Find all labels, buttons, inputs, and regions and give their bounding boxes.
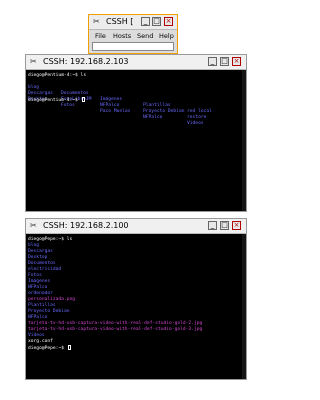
ls-entry: tarjeta-tv-hd-usb-captura-video-with-rea… [28,327,203,332]
close-button[interactable]: × [164,17,173,26]
ls-entry: Paco Muelas [100,109,131,114]
maximize-button[interactable]: □ [152,17,161,26]
menu-send[interactable]: Send [137,32,153,40]
cssh-control-window: ✂ CSSH [ _ □ × File Hosts Send Help [88,14,178,54]
terminal1-body[interactable]: diego@Pentium-4:~$ ls blog Documentos Im… [26,70,246,211]
terminal1-title: CSSH: 192.168.2.103 [43,57,129,66]
terminal1-titlebar: ✂ CSSH: 192.168.2.103 _ □ × [26,55,246,70]
terminal2-prompt-line: diego@Pepe:~$ [28,345,71,351]
terminal2-scrollbar[interactable] [242,234,246,379]
prompt-text: diego@Pepe:~$ ls [28,237,73,242]
ls-entry: Videos [187,121,204,126]
ls-entry: Fotos [61,103,75,108]
terminal-window-1: ✂ CSSH: 192.168.2.103 _ □ × diego@Pentiu… [25,54,247,212]
maximize-button[interactable]: □ [220,57,229,66]
app-icon: ✂ [93,17,100,26]
control-window-title: CSSH [ [106,17,134,26]
ls-entry: NFPalco [143,115,163,120]
close-button[interactable]: × [232,221,241,230]
maximize-button[interactable]: □ [220,221,229,230]
minimize-button[interactable]: _ [208,57,217,66]
menu-hosts[interactable]: Hosts [113,32,131,40]
terminal2-titlebar: ✂ CSSH: 192.168.2.100 _ □ × [26,219,246,234]
terminal2-title: CSSH: 192.168.2.100 [43,221,129,230]
menu-file[interactable]: File [95,32,106,40]
terminal1-scrollbar[interactable] [242,70,246,211]
send-input-field[interactable] [92,42,174,51]
text-cursor [81,97,85,102]
terminal2-body[interactable]: diego@Pepe:~$ ls blog Descargas Desktop … [26,234,246,379]
close-button[interactable]: × [232,57,241,66]
minimize-button[interactable]: _ [141,17,150,26]
minimize-button[interactable]: _ [208,221,217,230]
app-icon: ✂ [30,57,37,66]
prompt-text: diego@Pentium-4:~$ ls [28,73,87,78]
terminal1-prompt-line: diego@Pentium-4:~$ [28,97,85,103]
app-icon: ✂ [30,221,37,230]
menu-help[interactable]: Help [159,32,174,40]
control-titlebar: ✂ CSSH [ _ □ × [89,15,177,30]
prompt-text: diego@Pepe:~$ [28,346,64,351]
text-cursor [67,345,71,350]
prompt-text: diego@Pentium-4:~$ [28,98,78,103]
terminal-window-2: ✂ CSSH: 192.168.2.100 _ □ × diego@Pepe:~… [25,218,247,380]
